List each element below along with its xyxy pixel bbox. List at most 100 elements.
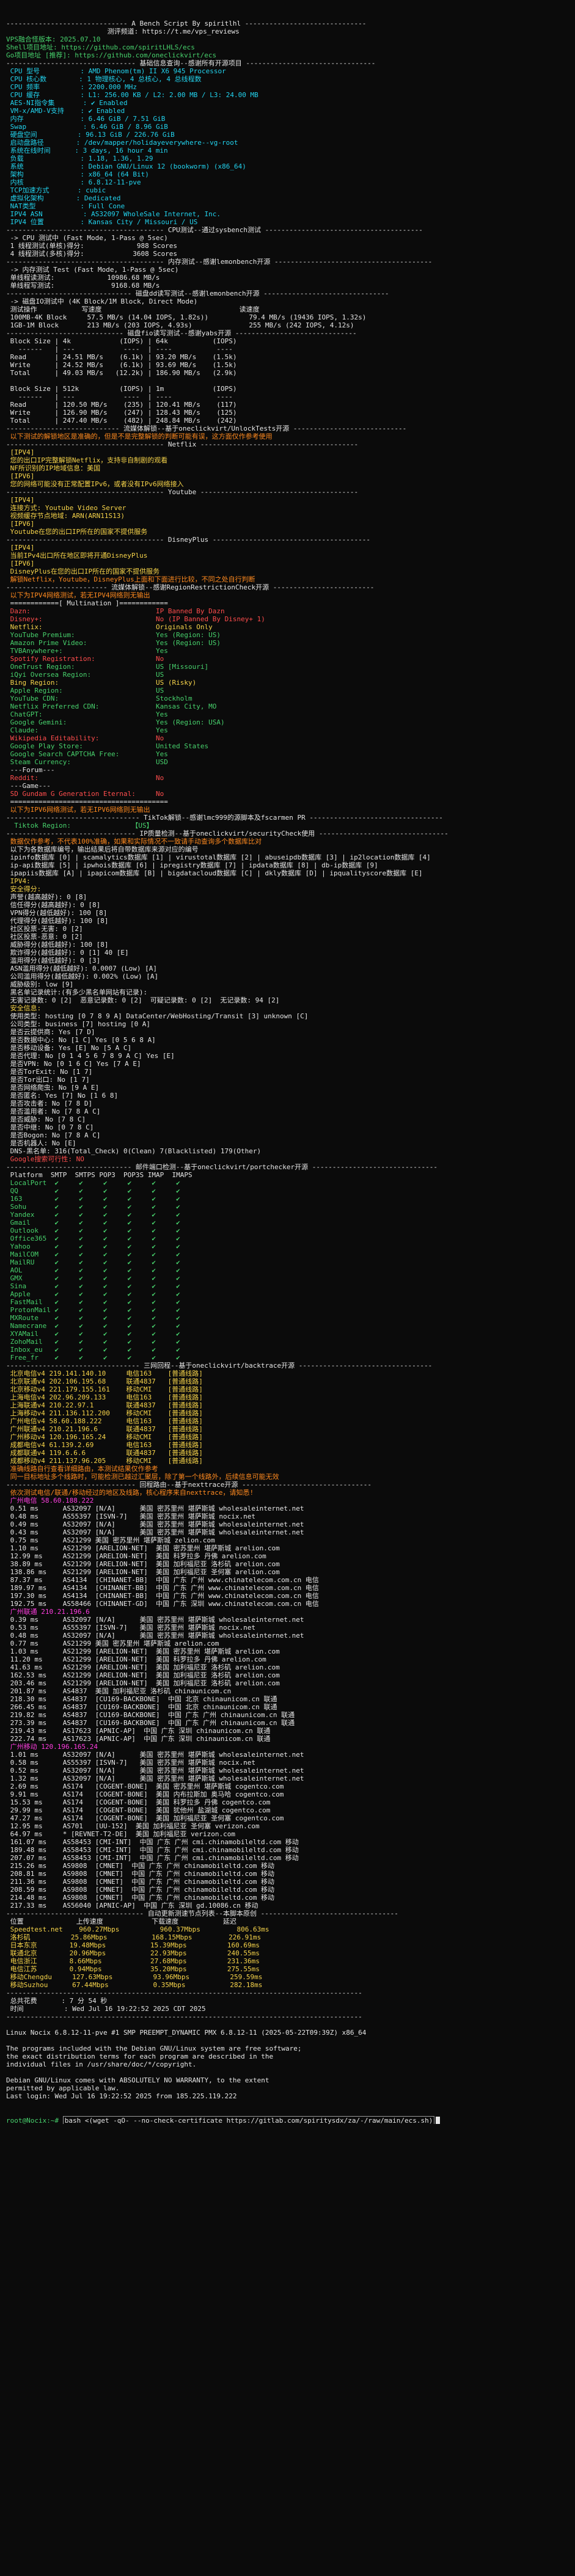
output-line: MailCOM ✔ ✔ ✔ ✔ ✔ ✔ bbox=[6, 1250, 180, 1258]
output-line: 系统 : Debian GNU/Linux 12 (bookworm) (x86… bbox=[6, 162, 246, 170]
output-line: 273.39 ms AS4837 [CU169-BACKBONE] 中国 广东 … bbox=[6, 1719, 295, 1727]
output-line: 依次测试电信/联通/移动经过的地区及线路，核心程序来自nexttrace，请知悉… bbox=[6, 1489, 254, 1497]
output-line: --------------------------------------- … bbox=[6, 440, 359, 448]
output-line: 公司类型: business [7] hosting [0 A] bbox=[6, 1020, 151, 1028]
output-line: 无害记录数: 0 [2] 恶意记录数: 0 [2] 可疑记录数: 0 [2] 无… bbox=[6, 996, 280, 1004]
output-line: --------------------------------- 三网回程--… bbox=[6, 1362, 433, 1370]
output-line: 222.74 ms AS17623 [APNIC-AP] 中国 广东 深圳 ch… bbox=[6, 1735, 271, 1743]
output-line: 197.30 ms AS4134 [CHINANET-BB] 中国 广东 广州 … bbox=[6, 1592, 319, 1600]
output-line: 是否攻击者: No [7 8 D] bbox=[6, 1100, 93, 1107]
output-line: 以下为IPV4网络测试，若无IPV4网络则无输出 bbox=[6, 591, 150, 599]
output-line: Netflix: Originals Only bbox=[6, 623, 213, 631]
output-line: 是否代理: No [0 1 4 5 6 7 8 9 A C] Yes [E] bbox=[6, 1052, 175, 1060]
output-line: ----------------------------------------… bbox=[6, 2013, 362, 2021]
output-line: VM-x/AMD-V支持 : ✔ Enabled bbox=[6, 107, 125, 115]
output-line: NF所识别的IP地域信息：美国 bbox=[6, 464, 101, 472]
output-line: The programs included with the Debian GN… bbox=[6, 2045, 302, 2052]
output-line: VPN得分(越低越好): 100 [8] bbox=[6, 909, 108, 917]
output-line: 12.99 ms AS21299 [ARELION-NET] 美国 科罗拉多 丹… bbox=[6, 1552, 266, 1560]
output-line: 203.46 ms AS21299 [ARELION-NET] 美国 加利福尼亚… bbox=[6, 1679, 280, 1687]
output-line: 连接方式: Youtube Video Server bbox=[6, 504, 126, 512]
output-line: 189.48 ms AS58453 [CMI-INT] 中国 广东 广州 cmi… bbox=[6, 1846, 299, 1854]
output-line: 广州电信v4 58.60.188.222 电信163 [普通线路] bbox=[6, 1417, 203, 1425]
output-line: ----------------------------------------… bbox=[6, 1989, 362, 1997]
output-line: ============[ Multination ]============ bbox=[6, 599, 168, 607]
output-line: 北京移动v4 221.179.155.161 移动CMI [普通线路] bbox=[6, 1385, 203, 1393]
output-line: -------------------------------- IP质量检测-… bbox=[6, 830, 449, 837]
output-line: Yahoo ✔ ✔ ✔ ✔ ✔ ✔ bbox=[6, 1242, 180, 1250]
output-line: Google Gemini: Yes (Region: USA) bbox=[6, 718, 225, 726]
output-line: -> 磁盘IO测试中 (4K Block/1M Block, Direct Mo… bbox=[6, 297, 198, 305]
output-line: 1.10 ms AS21299 [ARELION-NET] 美国 密苏里州 堪萨… bbox=[6, 1544, 280, 1552]
output-line: NAT类型 : Full Cone bbox=[6, 202, 125, 210]
output-line: ----------------------------- 磁盘fio读写测试-… bbox=[6, 329, 357, 337]
output-line: 启动盘路径 : /dev/mapper/holidayeverywhere--v… bbox=[6, 139, 238, 147]
output-line: -> CPU 测试中 (Fast Mode, 1-Pass @ 5sec) bbox=[6, 234, 168, 242]
output-line: Read | 24.51 MB/s (6.1k) | 93.20 MB/s (1… bbox=[6, 353, 237, 361]
output-line: IPV4: bbox=[6, 877, 31, 885]
output-line: 北京联通v4 202.106.195.68 联通4837 [普通线路] bbox=[6, 1377, 203, 1385]
terminal-window[interactable]: ------------------------------ A Bench S… bbox=[0, 0, 575, 2576]
output-line: 201.87 ms AS4837 美国 加利福尼亚 洛杉矶 chinaunico… bbox=[6, 1687, 232, 1695]
output-line: 207.07 ms AS58453 [CMI-INT] 中国 广东 广州 cmi… bbox=[6, 1854, 299, 1862]
output-line: [IPV4] bbox=[6, 496, 35, 504]
output-line: Linux Nocix 6.8.12-11-pve #1 SMP PREEMPT… bbox=[6, 2029, 367, 2037]
output-line: Reddit: No bbox=[6, 774, 164, 782]
output-line: DNS-黑名单: 316(Total_Check) 0(Clean) 7(Bla… bbox=[6, 1147, 262, 1155]
output-line: 是否Bogon: No [7 8 A C] bbox=[6, 1131, 101, 1139]
output-line: 217.33 ms AS56040 [APNIC-AP] 中国 广东 深圳 gd… bbox=[6, 1902, 258, 1910]
output-line: ------ | --- ---- | ---- ---- bbox=[6, 393, 233, 401]
output-line: 内核 : 6.8.12-11-pve bbox=[6, 178, 141, 186]
output-line: Total | 49.03 MB/s (12.2k) | 186.90 MB/s… bbox=[6, 369, 237, 377]
output-line: -------------------------------- 基础信息查询-… bbox=[6, 59, 376, 67]
output-line: Shell项目地址: https://github.com/spiritLHLS… bbox=[6, 43, 195, 51]
output-line: 内存 : 6.46 GiB / 7.51 GiB bbox=[6, 115, 166, 123]
output-line: ChatGPT: Yes bbox=[6, 710, 168, 718]
output-line: --------------------------------------- … bbox=[6, 258, 433, 266]
output-line: Namecrane ✔ ✔ ✔ ✔ ✔ ✔ bbox=[6, 1322, 180, 1330]
output-line: -> 内存测试 Test (Fast Mode, 1-Pass @ 5sec) bbox=[6, 266, 179, 274]
shell-prompt-line[interactable]: root@Nocix:~# bash <(wget -qO- --no-chec… bbox=[6, 2116, 569, 2124]
output-line: 192.75 ms AS58466 [CHINANET-GD] 中国 广东 深圳… bbox=[6, 1600, 319, 1608]
output-line: 是否中继: No [0 7 8 C] bbox=[6, 1123, 94, 1131]
output-line: ---Forum--- bbox=[6, 766, 55, 774]
output-line: 0.48 ms AS32097 [N/A] 美国 密苏里州 堪萨斯城 whole… bbox=[6, 1632, 304, 1640]
output-line: CPU 核心数 : 1 物理核心, 4 总核心, 4 总线程数 bbox=[6, 75, 202, 83]
output-line: AES-NI指令集 : ✔ Enabled bbox=[6, 99, 128, 107]
shell-prompt: root@Nocix:~# bbox=[6, 2117, 59, 2124]
output-line: ZohoMail ✔ ✔ ✔ ✔ ✔ ✔ bbox=[6, 1338, 180, 1346]
output-line: ---------------------------- 流媒体解锁--基于on… bbox=[6, 425, 407, 432]
output-line: 是否滥用者: No [7 8 A C] bbox=[6, 1107, 101, 1115]
output-line: 是否云提供商: Yes [7 D] bbox=[6, 1028, 95, 1036]
output-line: Office365 ✔ ✔ ✔ ✔ ✔ ✔ bbox=[6, 1235, 180, 1242]
output-line: ASN滥用得分(越低越好): 0.0007 (Low) [A] bbox=[6, 965, 157, 972]
output-line: AOL ✔ ✔ ✔ ✔ ✔ ✔ bbox=[6, 1266, 180, 1274]
output-line: Write | 126.90 MB/s (247) | 128.43 MB/s … bbox=[6, 409, 237, 417]
output-line: 是否网络爬虫: No [9 A E] bbox=[6, 1084, 100, 1092]
output-line: Spotify Registration: No bbox=[6, 655, 164, 663]
output-line: Block Size | 4k (IOPS) | 64k (IOPS) bbox=[6, 337, 237, 345]
output-line: [IPV6] bbox=[6, 520, 35, 528]
output-line: OneTrust Region: US [Missouri] bbox=[6, 663, 209, 671]
output-line: 社区投票-无害: 0 [2] bbox=[6, 925, 83, 933]
output-line: 41.63 ms AS21299 [ARELION-NET] 美国 加利福尼亚 … bbox=[6, 1663, 280, 1671]
output-line: 是否VPN: No [0 1 6 C] Yes [7 A E] bbox=[6, 1060, 141, 1068]
output-line: 声誉(越高越好): 0 [8] bbox=[6, 893, 87, 901]
output-line: 1.01 ms AS32097 [N/A] 美国 密苏里州 堪萨斯城 whole… bbox=[6, 1751, 304, 1759]
output-line: ======================================= bbox=[6, 798, 168, 806]
output-line: 以下测试的解锁地区是准确的，但是不是完整解锁的判断可能有误，这方面仅作参考使用 bbox=[6, 432, 273, 440]
output-line: -------------------------------- 回程路由--基… bbox=[6, 1481, 372, 1489]
output-line: YouTube CDN: Stockholm bbox=[6, 695, 192, 702]
output-line: 1.03 ms AS21299 [ARELION-NET] 美国 密苏里州 堪萨… bbox=[6, 1647, 280, 1655]
output-line: 189.97 ms AS4134 [CHINANET-BB] 中国 广东 广州 … bbox=[6, 1584, 319, 1592]
command-input[interactable]: bash <(wget -qO- --no-check-certificate … bbox=[62, 2116, 435, 2124]
output-line: Apple Region: US bbox=[6, 687, 164, 695]
output-line: 视频缓存节点地域: ARN(ARN11S13) bbox=[6, 512, 125, 520]
output-line: ------------------------------- 磁盘dd读写测试… bbox=[6, 290, 389, 297]
output-line: Go项目地址 [推荐]: https://github.com/oneclick… bbox=[6, 51, 217, 59]
output-line: Wikipedia Editability: No bbox=[6, 734, 164, 742]
output-line: 是否机器人: No [E] bbox=[6, 1139, 76, 1147]
